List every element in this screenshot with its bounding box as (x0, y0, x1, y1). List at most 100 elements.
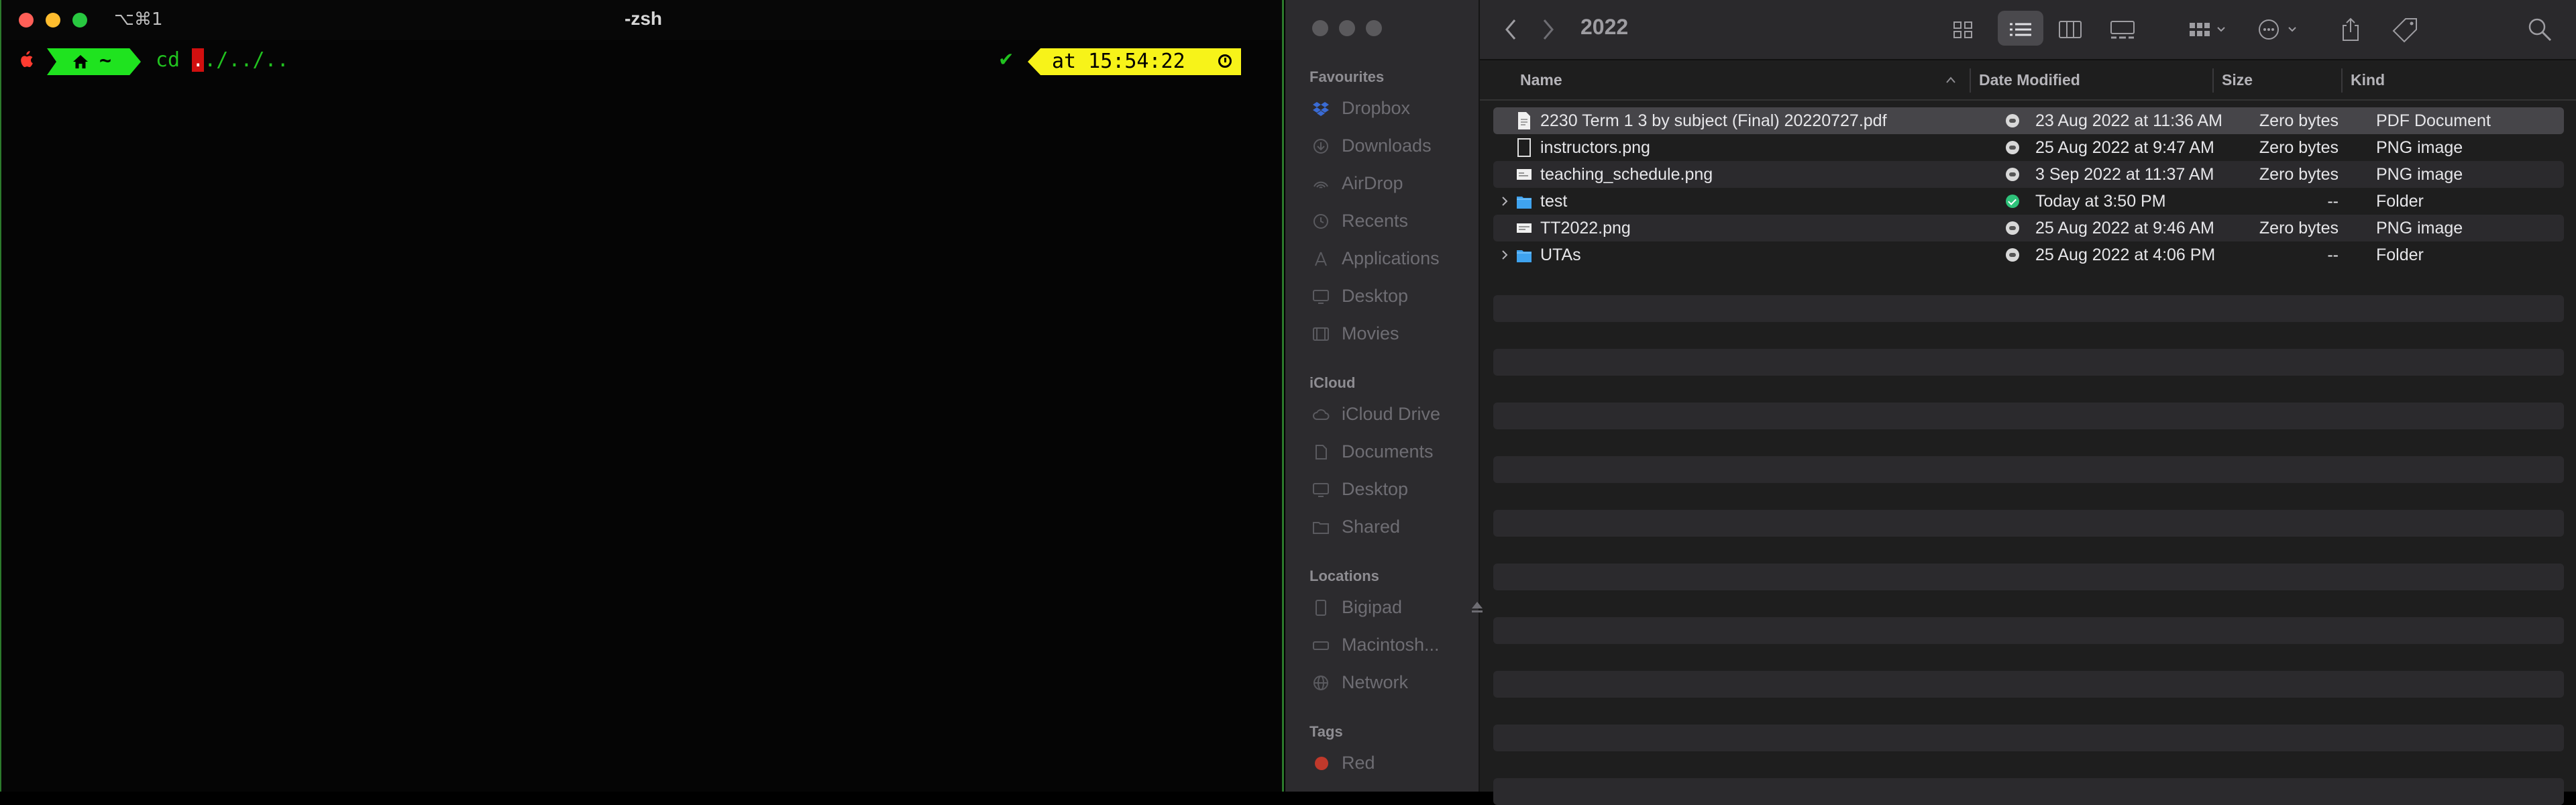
dropbox-icon (1313, 102, 1329, 116)
sidebar-item-label: Bigipad (1342, 597, 1403, 617)
more-actions-icon[interactable] (2255, 16, 2302, 43)
sidebar-item-bigipad[interactable]: Bigipad (1312, 594, 1483, 621)
empty-row (1493, 671, 2564, 698)
sidebar-item-label: iCloud Drive (1342, 404, 1441, 424)
sidebar-item-recents[interactable]: Recents (1312, 208, 1466, 235)
terminal-window[interactable]: ⌥⌘1 -zsh ~ cd ../../.. ✔ at 15:54:22 (0, 0, 1284, 792)
column-header-kind[interactable]: Kind (2351, 71, 2385, 89)
globe-icon (1313, 676, 1328, 690)
sidebar-item-icloud-drive[interactable]: iCloud Drive (1312, 401, 1466, 428)
synced-status-icon[interactable] (2006, 195, 2019, 208)
column-header-name[interactable]: Name (1520, 71, 1562, 89)
file-size: -- (2327, 192, 2339, 211)
file-kind: PNG image (2376, 219, 2463, 237)
ipad-icon (1316, 600, 1326, 616)
column-header-size[interactable]: Size (2222, 71, 2253, 89)
disclosure-chevron-icon[interactable] (1500, 195, 1509, 208)
back-icon[interactable] (1503, 16, 1519, 43)
empty-row (1493, 617, 2564, 644)
minimize-button[interactable] (1339, 20, 1355, 36)
png-file-icon (1517, 138, 1531, 157)
share-icon[interactable] (2340, 16, 2361, 43)
file-kind: Folder (2376, 246, 2424, 264)
sidebar-section-tags: Tags (1309, 723, 1343, 740)
file-list[interactable]: Name Date Modified Size Kind 2230 Term 1… (1480, 60, 2576, 805)
sidebar-item-label: Network (1342, 672, 1409, 692)
prompt-time-segment: at 15:54:22 (1028, 48, 1241, 75)
pdf-file-icon (1518, 112, 1530, 129)
file-size: Zero bytes (2259, 138, 2339, 157)
prompt-line[interactable]: ~ cd ../../.. ✔ at 15:54:22 (1, 47, 1282, 76)
sidebar-item-icloud-desktop[interactable]: Desktop (1312, 476, 1466, 503)
apple-icon (21, 51, 33, 67)
file-size: Zero bytes (2259, 165, 2339, 184)
column-header-date[interactable]: Date Modified (1979, 71, 2080, 89)
file-size: Zero bytes (2259, 111, 2339, 130)
table-row[interactable]: 2230 Term 1 3 by subject (Final) 2022072… (1493, 107, 2564, 134)
cloud-status-icon[interactable] (2006, 221, 2019, 235)
file-date: 23 Aug 2022 at 11:36 AM (2035, 111, 2222, 130)
command-text[interactable]: cd ../../.. (156, 48, 289, 72)
tag-icon[interactable] (2392, 16, 2419, 43)
sidebar-item-tag-red[interactable]: Red (1312, 750, 1466, 777)
column-view-icon[interactable] (2058, 16, 2082, 43)
search-icon[interactable] (2526, 16, 2553, 43)
sidebar-item-desktop[interactable]: Desktop (1312, 283, 1466, 310)
sidebar-item-macintosh[interactable]: Macintosh... (1312, 632, 1466, 659)
table-row[interactable]: instructors.png 25 Aug 2022 at 9:47 AM Z… (1493, 134, 2564, 161)
folder-title: 2022 (1580, 15, 1629, 39)
column-header-row[interactable]: Name Date Modified Size Kind (1480, 60, 2576, 101)
cloud-status-icon[interactable] (2006, 141, 2019, 154)
empty-row (1493, 402, 2564, 429)
table-row[interactable]: test Today at 3:50 PM -- Folder (1493, 188, 2564, 215)
file-kind: PNG image (2376, 165, 2463, 184)
icon-view-icon[interactable] (1952, 16, 1975, 43)
sidebar-item-label: Shared (1342, 517, 1401, 537)
home-path: ~ (99, 49, 112, 72)
finder-window[interactable]: Favourites Dropbox Downloads AirDrop Rec… (1285, 0, 2576, 805)
sidebar-item-label: Red (1342, 753, 1375, 773)
clock-icon (1313, 214, 1328, 229)
group-by-icon[interactable] (2187, 16, 2230, 43)
gallery-view-icon[interactable] (2109, 16, 2136, 43)
file-kind: PDF Document (2376, 111, 2491, 130)
sidebar-item-shared[interactable]: Shared (1312, 514, 1466, 541)
close-button[interactable] (1312, 20, 1328, 36)
file-kind: PNG image (2376, 138, 2463, 157)
cloud-status-icon[interactable] (2006, 114, 2019, 127)
sidebar-item-label: Applications (1342, 248, 1440, 268)
sidebar-item-airdrop[interactable]: AirDrop (1312, 170, 1466, 197)
table-row[interactable]: TT2022.png 25 Aug 2022 at 9:46 AM Zero b… (1493, 215, 2564, 241)
finder-sidebar[interactable]: Favourites Dropbox Downloads AirDrop Rec… (1285, 0, 1483, 792)
sidebar-item-label: Downloads (1342, 136, 1432, 156)
sidebar-item-network[interactable]: Network (1312, 669, 1466, 696)
table-row[interactable]: teaching_schedule.png 3 Sep 2022 at 11:3… (1493, 161, 2564, 188)
column-divider[interactable] (2341, 68, 2343, 93)
file-name: UTAs (1540, 246, 1581, 264)
disclosure-chevron-icon[interactable] (1500, 248, 1509, 262)
zoom-button[interactable] (1366, 20, 1382, 36)
forward-icon[interactable] (1540, 16, 1556, 43)
file-date: Today at 3:50 PM (2035, 192, 2166, 211)
sort-ascending-icon (1946, 76, 1955, 83)
sidebar-item-applications[interactable]: Applications (1312, 246, 1466, 272)
table-row[interactable]: UTAs 25 Aug 2022 at 4:06 PM -- Folder (1493, 241, 2564, 268)
sidebar-item-documents[interactable]: Documents (1312, 439, 1466, 466)
sidebar-item-downloads[interactable]: Downloads (1312, 133, 1466, 160)
command-part: cd (156, 48, 193, 72)
column-divider[interactable] (1970, 68, 1971, 93)
home-icon (73, 55, 88, 68)
list-view-icon[interactable] (2008, 16, 2033, 43)
finder-toolbar[interactable]: 2022 (1480, 0, 2576, 60)
success-check-icon: ✔ (998, 48, 1014, 70)
file-date: 25 Aug 2022 at 9:46 AM (2035, 219, 2214, 237)
sidebar-item-movies[interactable]: Movies (1312, 321, 1466, 347)
cloud-status-icon[interactable] (2006, 168, 2019, 181)
png-file-icon (1517, 169, 1532, 180)
cloud-status-icon[interactable] (2006, 248, 2019, 262)
terminal-titlebar[interactable]: ⌥⌘1 -zsh (1, 0, 1282, 40)
sidebar-item-dropbox[interactable]: Dropbox (1312, 95, 1466, 122)
sidebar-item-label: Dropbox (1342, 98, 1411, 118)
sidebar-section-favourites: Favourites (1309, 68, 1385, 85)
column-divider[interactable] (2212, 68, 2214, 93)
